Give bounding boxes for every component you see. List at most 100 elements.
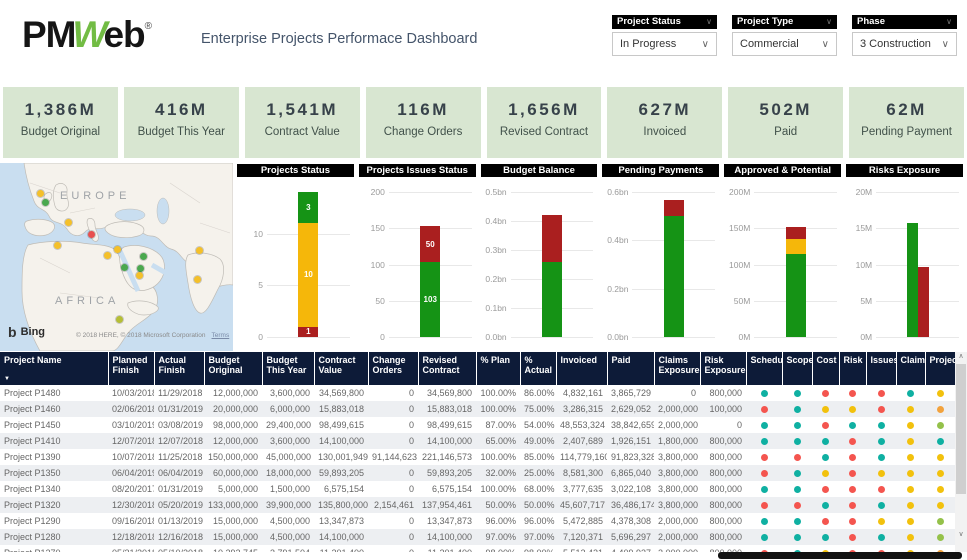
table-row[interactable]: Project P145003/10/201903/08/201998,000,… — [0, 417, 955, 433]
table-row[interactable]: Project P139010/07/201811/25/2018150,000… — [0, 449, 955, 465]
status-cell — [782, 385, 812, 401]
bar-segment-red[interactable]: 1 — [298, 327, 318, 337]
status-dot-yellow — [907, 486, 914, 493]
table-row[interactable]: Project P127005/31/201805/10/201810,292,… — [0, 545, 955, 552]
filter-phase-header[interactable]: Phase∨ — [852, 15, 957, 29]
map-project-dot[interactable] — [88, 231, 95, 238]
column-header-scope[interactable]: Scope — [782, 352, 812, 385]
bar-segment-green[interactable]: 3 — [298, 192, 318, 223]
column-header-project[interactable]: Project — [925, 352, 955, 385]
column-header-risk[interactable]: Risk — [839, 352, 866, 385]
filter-project-status-header[interactable]: Project Status∨ — [612, 15, 717, 29]
column-header-cost[interactable]: Cost — [812, 352, 839, 385]
bar-segment-red[interactable] — [664, 200, 684, 216]
map-project-dot[interactable] — [136, 272, 143, 279]
projects-table-wrap: Project Name▼Planned FinishActual Finish… — [0, 352, 955, 552]
table-row[interactable]: Project P128012/18/201812/16/201815,000,… — [0, 529, 955, 545]
status-dot-yellow — [937, 470, 944, 477]
table-row[interactable]: Project P132012/30/201805/20/2019133,000… — [0, 497, 955, 513]
bar-segment-green[interactable] — [907, 223, 918, 337]
filter-phase: Phase∨ 3 Construction∨ — [852, 15, 957, 56]
map-project-dot[interactable] — [116, 316, 123, 323]
value-cell: 87.00% — [476, 417, 520, 433]
table-row[interactable]: Project P141012/07/201812/07/201812,000,… — [0, 433, 955, 449]
projects-map[interactable]: EUROPE AFRICA bBing © 2018 HERE, © 2018 … — [0, 163, 233, 351]
bar-segment-green[interactable] — [542, 262, 562, 337]
project-name-cell: Project P1290 — [0, 513, 108, 529]
bar-segment-green[interactable] — [664, 216, 684, 337]
map-project-dot[interactable] — [121, 264, 128, 271]
chart-plot: 0M50M100M150M200M — [724, 177, 841, 351]
map-project-dot[interactable] — [194, 276, 201, 283]
gridline — [389, 337, 472, 338]
column-header-invoiced[interactable]: Invoiced — [556, 352, 607, 385]
scrollbar-thumb[interactable] — [956, 364, 966, 494]
bar-segment-red[interactable] — [786, 227, 806, 239]
status-cell — [812, 481, 839, 497]
scroll-down-icon[interactable]: ∨ — [955, 530, 967, 540]
table-row[interactable]: Project P146002/06/201801/31/201920,000,… — [0, 401, 955, 417]
stacked-bar[interactable]: 1103 — [298, 192, 318, 337]
stacked-bar[interactable]: 10350 — [420, 226, 440, 337]
column-header-planned-finish[interactable]: Planned Finish — [108, 352, 154, 385]
column-header-actual-finish[interactable]: Actual Finish — [154, 352, 204, 385]
filter-phase-dropdown[interactable]: 3 Construction∨ — [852, 32, 957, 56]
column-header-budget-original[interactable]: Budget Original — [204, 352, 262, 385]
filter-value: In Progress — [620, 38, 676, 50]
bar-segment-yellow[interactable] — [786, 239, 806, 253]
terms-link[interactable]: Terms — [212, 332, 230, 339]
column-header-change-orders[interactable]: Change Orders — [368, 352, 418, 385]
map-project-dot[interactable] — [196, 247, 203, 254]
value-cell: 0 — [700, 417, 746, 433]
stacked-bar[interactable] — [664, 200, 684, 337]
column-header-budget-this-year[interactable]: Budget This Year — [262, 352, 314, 385]
table-row[interactable]: Project P129009/16/201801/13/201915,000,… — [0, 513, 955, 529]
vertical-scrollbar[interactable]: ∧ ∨ — [955, 352, 967, 552]
column-header-issues[interactable]: Issues — [866, 352, 896, 385]
table-row[interactable]: Project P134008/20/201701/31/20195,000,0… — [0, 481, 955, 497]
column-header-actual[interactable]: % Actual — [520, 352, 556, 385]
column-header-project-name[interactable]: Project Name▼ — [0, 352, 108, 385]
map-project-dot[interactable] — [114, 246, 121, 253]
column-header-schedule[interactable]: Schedule — [746, 352, 782, 385]
map-project-dot[interactable] — [42, 199, 49, 206]
column-header-revised-contract[interactable]: Revised Contract — [418, 352, 476, 385]
column-header-claims-exposure[interactable]: Claims Exposure — [654, 352, 700, 385]
table-row[interactable]: Project P148010/03/201811/29/201812,000,… — [0, 385, 955, 401]
value-cell: 5,512,421 — [556, 545, 607, 552]
bar-segment-green[interactable] — [786, 254, 806, 337]
bar-segment-yellow[interactable]: 10 — [298, 223, 318, 326]
bar-segment-green[interactable]: 103 — [420, 262, 440, 337]
column-header-risk-exposure[interactable]: Risk Exposure — [700, 352, 746, 385]
value-cell: 800,000 — [700, 481, 746, 497]
map-project-dot[interactable] — [104, 252, 111, 259]
map-project-dot[interactable] — [37, 190, 44, 197]
column-header-contract-value[interactable]: Contract Value — [314, 352, 368, 385]
filter-project-type-header[interactable]: Project Type∨ — [732, 15, 837, 29]
map-project-dot[interactable] — [54, 242, 61, 249]
horizontal-scrollbar[interactable] — [718, 552, 962, 559]
status-cell — [896, 545, 925, 552]
table-row[interactable]: Project P135006/04/201906/04/201960,000,… — [0, 465, 955, 481]
map-project-dot[interactable] — [137, 265, 144, 272]
column-header-plan[interactable]: % Plan — [476, 352, 520, 385]
column-header-claims[interactable]: Claims — [896, 352, 925, 385]
bar-segment-red[interactable] — [542, 215, 562, 261]
scroll-up-icon[interactable]: ∧ — [955, 352, 967, 362]
filter-project-type-dropdown[interactable]: Commercial∨ — [732, 32, 837, 56]
stacked-bar[interactable] — [786, 227, 806, 337]
stacked-bar[interactable] — [907, 223, 918, 337]
map-project-dot[interactable] — [65, 219, 72, 226]
value-cell: 15,883,018 — [314, 401, 368, 417]
filter-project-status-dropdown[interactable]: In Progress∨ — [612, 32, 717, 56]
bar-segment-red[interactable]: 50 — [420, 226, 440, 262]
bar-segment-red[interactable] — [918, 267, 929, 337]
value-cell: 85.00% — [520, 449, 556, 465]
stacked-bar[interactable] — [918, 267, 929, 337]
bar-group — [632, 200, 715, 337]
column-header-paid[interactable]: Paid — [607, 352, 654, 385]
map-project-dot[interactable] — [140, 253, 147, 260]
axis-tick-label: 0 — [359, 332, 385, 342]
kpi-label: Contract Value — [245, 126, 360, 138]
stacked-bar[interactable] — [542, 215, 562, 337]
